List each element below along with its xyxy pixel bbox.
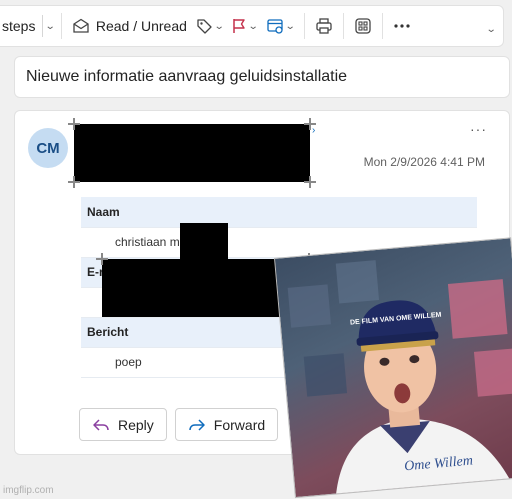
forward-arrow-icon (189, 418, 205, 431)
watermark: imgflip.com (3, 485, 54, 496)
printer-icon (316, 18, 332, 34)
toolbar-separator (60, 13, 62, 39)
apps-button[interactable] (350, 11, 376, 41)
tag-button[interactable]: ⌄ (191, 11, 227, 41)
ome-willem-illustration: DE FILM VAN OME WILLEM Ome Willem (287, 260, 512, 496)
toolbar-separator (343, 13, 345, 39)
sparkle-icon (96, 253, 108, 265)
flag-chevron-down-icon[interactable]: ⌄ (248, 21, 259, 32)
subject-card: Nieuwe informatie aanvraag geluidsinstal… (14, 56, 510, 98)
forward-label: Forward (213, 416, 266, 433)
message-toolbar: steps ⌄ Read / Unread ⌄ ⌄ ⌄ ⌄ (0, 5, 504, 47)
read-unread-button[interactable]: Read / Unread (68, 11, 191, 41)
toolbar-separator (382, 13, 384, 39)
more-options-button[interactable] (389, 11, 415, 41)
flag-button[interactable]: ⌄ (227, 11, 261, 41)
apps-grid-icon (355, 18, 371, 34)
sender-avatar[interactable]: CM (28, 128, 68, 168)
quick-steps-chevron-down-icon[interactable]: ⌄ (45, 21, 56, 32)
reply-button[interactable]: Reply (79, 408, 167, 441)
tag-icon (197, 19, 212, 34)
toolbar-separator (304, 13, 306, 39)
email-subject: Nieuwe informatie aanvraag geluidsinstal… (26, 68, 348, 85)
rules-chevron-down-icon[interactable]: ⌄ (284, 21, 295, 32)
sparkle-icon (304, 176, 316, 188)
quick-steps-button[interactable]: steps ⌄ (0, 11, 56, 41)
message-more-actions-button[interactable]: ··· (470, 121, 487, 137)
print-button[interactable] (311, 11, 337, 41)
reply-actions: Reply Forward (79, 408, 279, 441)
reply-label: Reply (118, 416, 154, 433)
more-horizontal-icon (394, 24, 410, 28)
tag-chevron-down-icon[interactable]: ⌄ (214, 21, 225, 32)
sparkle-icon (68, 118, 80, 130)
flag-icon (233, 19, 246, 33)
sparkle-icon (304, 118, 316, 130)
form-field-label-naam: Naam (81, 197, 477, 228)
expand-ribbon-chevron-down-icon[interactable]: ⌄ (485, 24, 496, 35)
redaction-box-sender (74, 124, 310, 182)
envelope-icon (73, 18, 89, 33)
sparkle-icon (68, 176, 80, 188)
message-date: Mon 2/9/2026 4:41 PM (363, 155, 485, 169)
read-unread-label: Read / Unread (95, 18, 187, 34)
rules-button[interactable]: ⌄ (262, 11, 298, 41)
reply-arrow-icon (93, 418, 109, 431)
quick-steps-label: steps (2, 18, 36, 34)
split-divider (42, 15, 44, 37)
forward-button[interactable]: Forward (174, 408, 279, 441)
move-rules-icon (267, 19, 283, 34)
table-row: Naam (81, 197, 477, 228)
overlay-meme-photo: DE FILM VAN OME WILLEM Ome Willem (274, 237, 512, 499)
